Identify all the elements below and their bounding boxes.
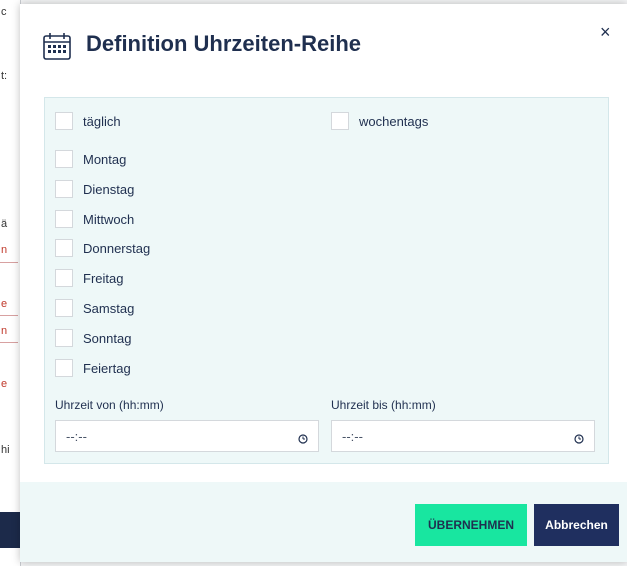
bg-fragment: c xyxy=(1,6,7,18)
checkbox-day[interactable]: Montag xyxy=(55,150,126,168)
checkbox[interactable] xyxy=(55,180,73,198)
bg-dark-block xyxy=(0,512,20,548)
checkbox-label: täglich xyxy=(83,113,121,129)
bg-fragment: n xyxy=(1,325,8,337)
checkbox-label: Sonntag xyxy=(83,330,132,346)
modal-footer: ÜBERNEHMEN Abbrechen xyxy=(20,482,627,562)
checkbox-label: Mittwoch xyxy=(83,211,135,227)
checkbox[interactable] xyxy=(55,299,73,317)
checkbox-label: Feiertag xyxy=(83,360,131,376)
cancel-button[interactable]: Abbrechen xyxy=(534,504,619,546)
checkbox[interactable] xyxy=(331,112,349,130)
modal-header: Definition Uhrzeiten-Reihe × xyxy=(20,4,627,94)
background-edge: c t: ä n e n e hi xyxy=(0,0,21,566)
checkbox-day[interactable]: Samstag xyxy=(55,299,134,317)
time-to-value: --:-- xyxy=(342,428,363,444)
checkbox[interactable] xyxy=(55,239,73,257)
checkbox-day[interactable]: Mittwoch xyxy=(55,210,134,228)
checkbox[interactable] xyxy=(55,210,73,228)
bg-fragment: ä xyxy=(1,218,8,230)
time-from-label: Uhrzeit von (hh:mm) xyxy=(55,398,164,412)
checkbox[interactable] xyxy=(55,112,73,130)
bg-fragment: e xyxy=(1,298,8,310)
checkbox[interactable] xyxy=(55,329,73,347)
checkbox-label: Dienstag xyxy=(83,181,135,197)
checkbox[interactable] xyxy=(55,359,73,377)
bg-fragment: t: xyxy=(1,70,8,82)
checkbox[interactable] xyxy=(55,150,73,168)
checkbox-day[interactable]: Feiertag xyxy=(55,359,131,377)
checkbox[interactable] xyxy=(55,269,73,287)
clock-icon[interactable] xyxy=(574,431,584,444)
checkbox-weekdays[interactable]: wochentags xyxy=(331,112,428,130)
close-icon[interactable]: × xyxy=(600,22,611,43)
bg-fragment: hi xyxy=(1,444,10,456)
modal-title: Definition Uhrzeiten-Reihe xyxy=(86,31,362,56)
bg-fragment: n xyxy=(1,244,8,256)
checkbox-label: Donnerstag xyxy=(83,240,151,256)
time-from-value: --:-- xyxy=(66,428,87,444)
confirm-button[interactable]: ÜBERNEHMEN xyxy=(415,504,527,546)
time-to-label: Uhrzeit bis (hh:mm) xyxy=(331,398,436,412)
calendar-icon xyxy=(42,31,72,61)
modal-dialog: Definition Uhrzeiten-Reihe × täglich woc… xyxy=(20,4,627,562)
time-from-input[interactable]: --:-- xyxy=(55,420,319,452)
checkbox-day[interactable]: Freitag xyxy=(55,269,123,287)
checkbox-label: wochentags xyxy=(359,113,429,129)
clock-icon[interactable] xyxy=(298,431,308,444)
checkbox-label: Montag xyxy=(83,151,127,167)
checkbox-day[interactable]: Sonntag xyxy=(55,329,131,347)
checkbox-label: Freitag xyxy=(83,270,124,286)
checkbox-label: Samstag xyxy=(83,300,135,316)
settings-panel: täglich wochentags Montag Dienstag Mittw… xyxy=(44,97,609,464)
checkbox-day[interactable]: Donnerstag xyxy=(55,239,150,257)
bg-fragment: e xyxy=(1,378,8,390)
checkbox-daily[interactable]: täglich xyxy=(55,112,121,130)
checkbox-day[interactable]: Dienstag xyxy=(55,180,134,198)
time-to-input[interactable]: --:-- xyxy=(331,420,595,452)
